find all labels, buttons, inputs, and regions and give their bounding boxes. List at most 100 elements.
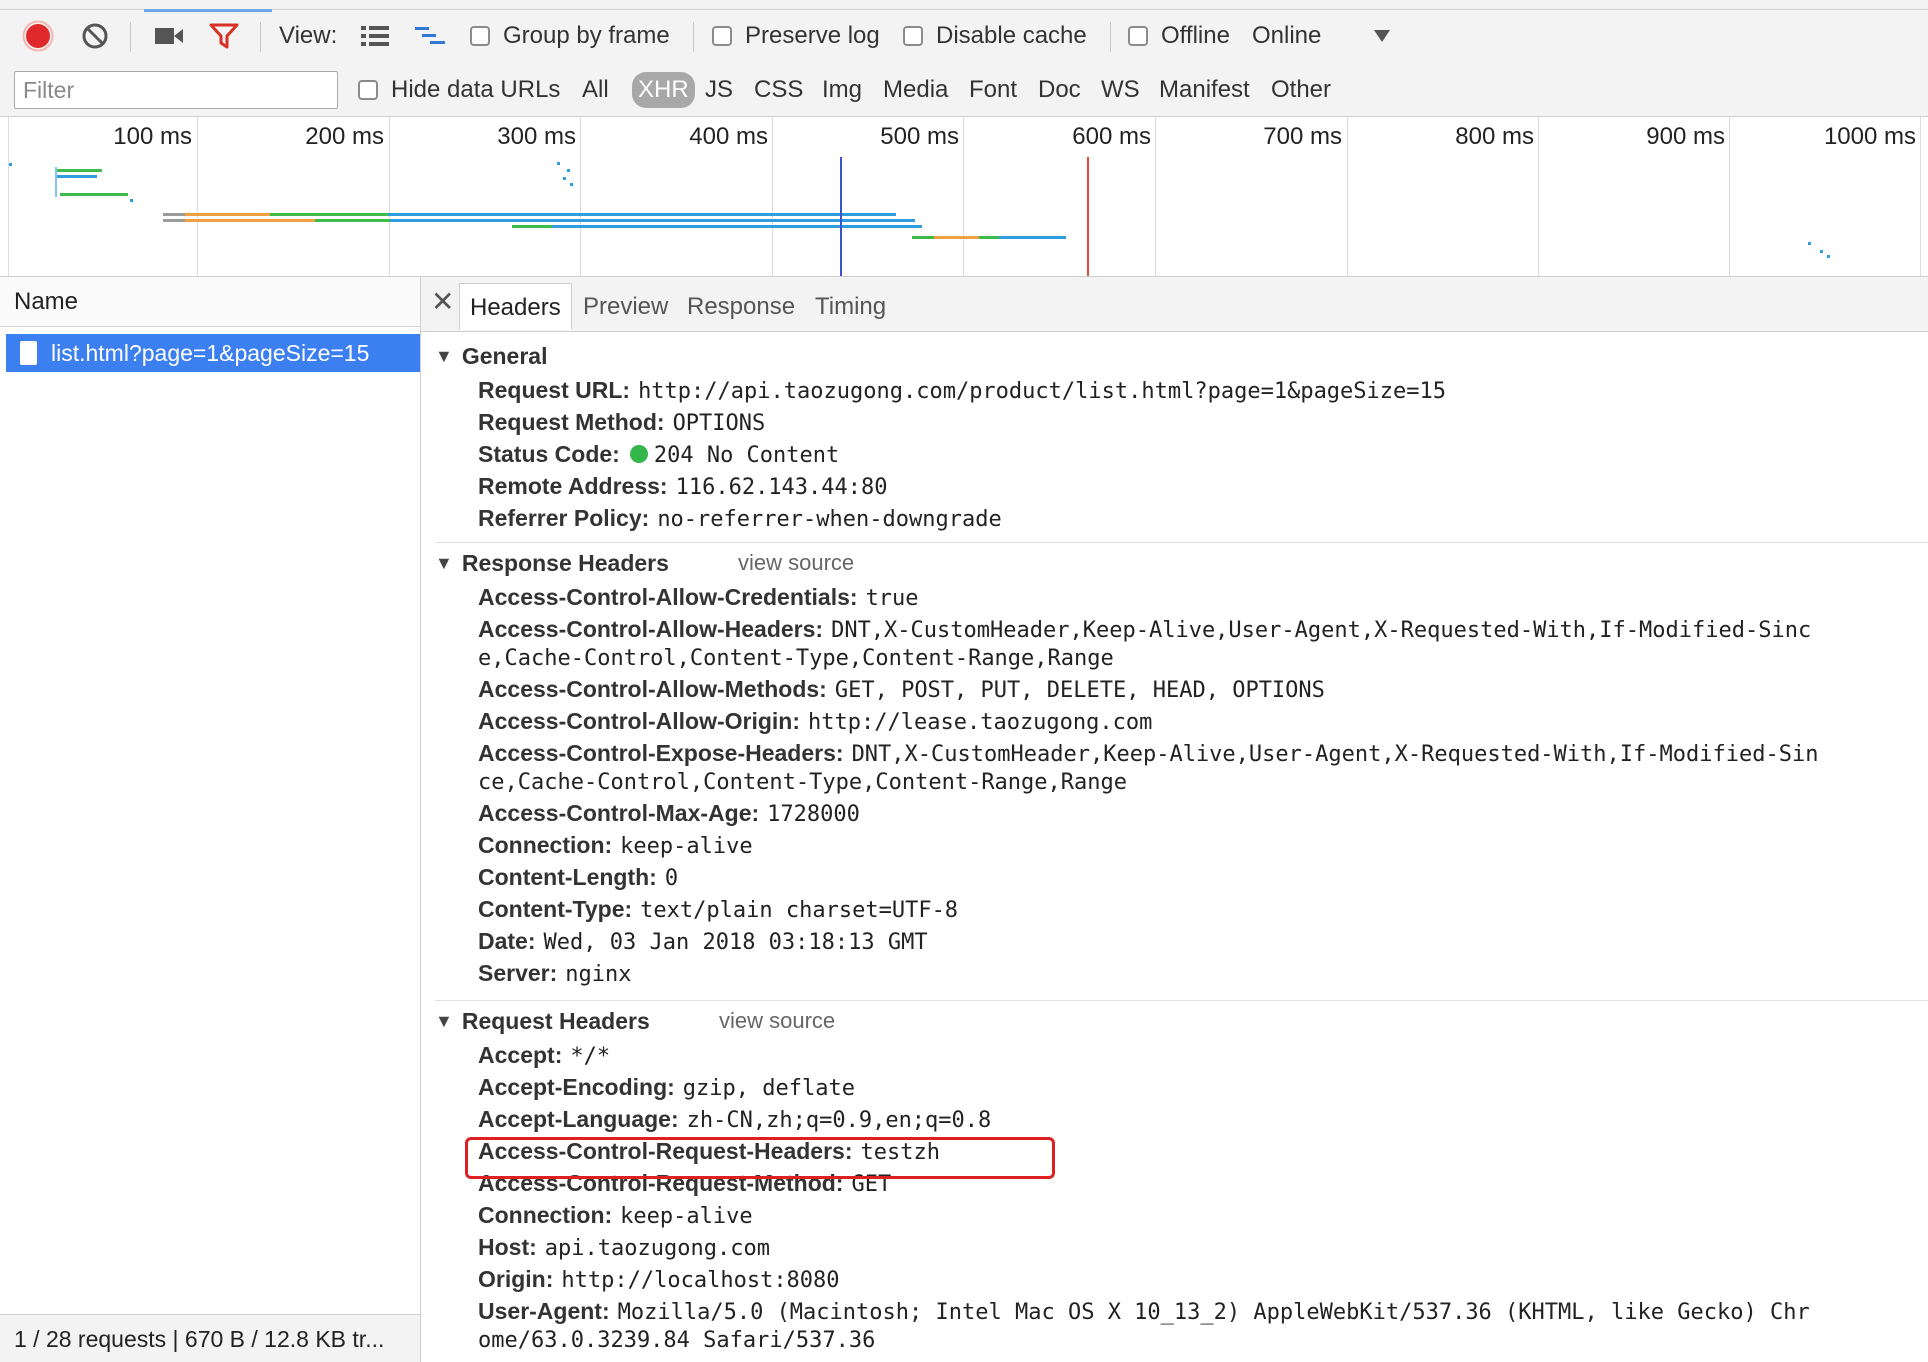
header-row: Accept-Language: zh-CN,zh;q=0.9,en;q=0.8 xyxy=(478,1106,992,1133)
capture-screenshots-button[interactable] xyxy=(154,13,184,59)
filter-toggle-button[interactable] xyxy=(208,13,240,59)
header-value-continuation: ome/63.0.3239.84 Safari/537.36 xyxy=(478,1328,876,1353)
filter-bar: Hide data URLs All XHR JS CSS Img Media … xyxy=(0,64,1928,117)
tick-label: 200 ms xyxy=(305,123,384,150)
type-filter-manifest[interactable]: Manifest xyxy=(1153,72,1256,108)
checkbox-box[interactable] xyxy=(470,26,490,46)
header-row: Referrer Policy: no-referrer-when-downgra… xyxy=(478,505,1002,532)
type-filter-font[interactable]: Font xyxy=(963,72,1023,108)
header-row: Origin: http://localhost:8080 xyxy=(478,1266,840,1293)
highlight-annotation xyxy=(465,1137,1055,1179)
network-overview[interactable]: 100 ms 200 ms 300 ms 400 ms 500 ms 600 m… xyxy=(0,117,1928,277)
type-filter-css[interactable]: CSS xyxy=(748,72,809,108)
group-by-frame-checkbox[interactable]: Group by frame xyxy=(470,13,670,59)
offline-checkbox[interactable]: Offline xyxy=(1128,13,1230,59)
tick-label: 300 ms xyxy=(497,123,576,150)
request-bar xyxy=(270,213,388,216)
view-source-link[interactable]: view source xyxy=(719,1008,835,1034)
grid-line xyxy=(1920,117,1921,276)
request-row[interactable]: list.html?page=1&pageSize=15 xyxy=(6,334,420,372)
response-headers-section-header[interactable]: ▼ Response Headers xyxy=(435,550,669,577)
toolbar-divider xyxy=(130,22,131,52)
type-filter-media[interactable]: Media xyxy=(877,72,954,108)
request-bar xyxy=(388,213,896,216)
tick-label: 100 ms xyxy=(113,123,192,150)
throttling-dropdown-arrow[interactable] xyxy=(1373,13,1391,59)
request-list: Name list.html?page=1&pageSize=15 1 / 28… xyxy=(0,277,421,1362)
tab-timing[interactable]: Timing xyxy=(805,283,896,330)
disable-cache-checkbox[interactable]: Disable cache xyxy=(903,13,1087,59)
grid-line xyxy=(580,117,581,276)
header-row: Access-Control-Expose-Headers: DNT,X-Cust… xyxy=(478,740,1819,767)
header-row: Server: nginx xyxy=(478,960,632,987)
type-filter-js[interactable]: JS xyxy=(699,72,739,108)
request-bar xyxy=(57,175,97,178)
general-section-header[interactable]: ▼ General xyxy=(435,343,547,370)
preserve-log-checkbox[interactable]: Preserve log xyxy=(712,13,880,59)
type-filter-all[interactable]: All xyxy=(576,72,615,108)
tick-label: 700 ms xyxy=(1263,123,1342,150)
request-bar xyxy=(999,236,1066,239)
grid-line xyxy=(1729,117,1730,276)
request-bar xyxy=(315,219,390,222)
checkbox-box[interactable] xyxy=(1128,26,1148,46)
hide-data-urls-checkbox[interactable]: Hide data URLs xyxy=(358,67,560,113)
header-row: Request Method: OPTIONS xyxy=(478,409,766,436)
request-bar xyxy=(57,169,102,172)
checkbox-box[interactable] xyxy=(903,26,923,46)
header-row: Status Code: 204 No Content xyxy=(478,441,840,468)
filter-input[interactable] xyxy=(14,71,338,109)
network-summary: 1 / 28 requests | 670 B / 12.8 KB tr... xyxy=(0,1314,420,1362)
header-row: Access-Control-Max-Age: 1728000 xyxy=(478,800,860,827)
network-toolbar: View: Group by frame Preserve log Disabl… xyxy=(0,0,1928,65)
tab-headers[interactable]: Headers xyxy=(459,283,572,330)
header-row: Accept: */* xyxy=(478,1042,611,1069)
throttling-value: Online xyxy=(1252,22,1322,49)
name-column-header[interactable]: Name xyxy=(0,277,420,327)
clear-icon xyxy=(82,23,108,49)
request-dot xyxy=(1808,242,1811,245)
type-filter-xhr[interactable]: XHR xyxy=(632,72,695,108)
tab-response[interactable]: Response xyxy=(677,283,805,330)
grid-line xyxy=(963,117,964,276)
type-filter-ws[interactable]: WS xyxy=(1095,72,1146,108)
general-title: General xyxy=(461,343,548,369)
record-button[interactable] xyxy=(22,13,54,59)
tick-label: 500 ms xyxy=(880,123,959,150)
request-headers-section-header[interactable]: ▼ Request Headers xyxy=(435,1008,650,1035)
clear-button[interactable] xyxy=(80,13,110,59)
type-filter-img[interactable]: Img xyxy=(816,72,868,108)
header-row: Remote Address: 116.62.143.44:80 xyxy=(478,473,888,500)
request-dot xyxy=(1827,255,1830,258)
top-border xyxy=(0,9,1928,10)
record-icon xyxy=(22,20,54,52)
header-row: Request URL: http://api.taozugong.com/pro… xyxy=(478,377,1447,404)
view-label: View: xyxy=(279,22,338,49)
request-bar xyxy=(55,167,57,197)
request-dot xyxy=(570,183,573,186)
checkbox-box[interactable] xyxy=(712,26,732,46)
request-dot xyxy=(563,177,566,180)
grid-line xyxy=(1538,117,1539,276)
list-icon xyxy=(361,26,389,46)
request-dot xyxy=(557,162,560,165)
header-row: Connection: keep-alive xyxy=(478,1202,753,1229)
file-icon xyxy=(20,341,37,365)
request-name: list.html?page=1&pageSize=15 xyxy=(51,340,370,366)
section-divider xyxy=(435,1000,1928,1001)
dom-content-loaded-marker xyxy=(840,157,842,276)
triangle-down-icon: ▼ xyxy=(435,1011,453,1031)
overview-toggle-button[interactable] xyxy=(414,13,446,59)
tab-preview[interactable]: Preview xyxy=(573,283,678,330)
request-dot xyxy=(1820,250,1823,253)
type-filter-doc[interactable]: Doc xyxy=(1032,72,1087,108)
close-icon[interactable]: ✕ xyxy=(431,285,454,318)
type-filter-other[interactable]: Other xyxy=(1265,72,1337,108)
status-ok-icon xyxy=(629,445,648,463)
overview-edge xyxy=(8,117,9,276)
checkbox-box[interactable] xyxy=(358,80,378,100)
large-rows-button[interactable] xyxy=(360,13,390,59)
request-bar xyxy=(934,236,979,239)
request-bar xyxy=(912,236,934,239)
view-source-link[interactable]: view source xyxy=(738,550,854,576)
